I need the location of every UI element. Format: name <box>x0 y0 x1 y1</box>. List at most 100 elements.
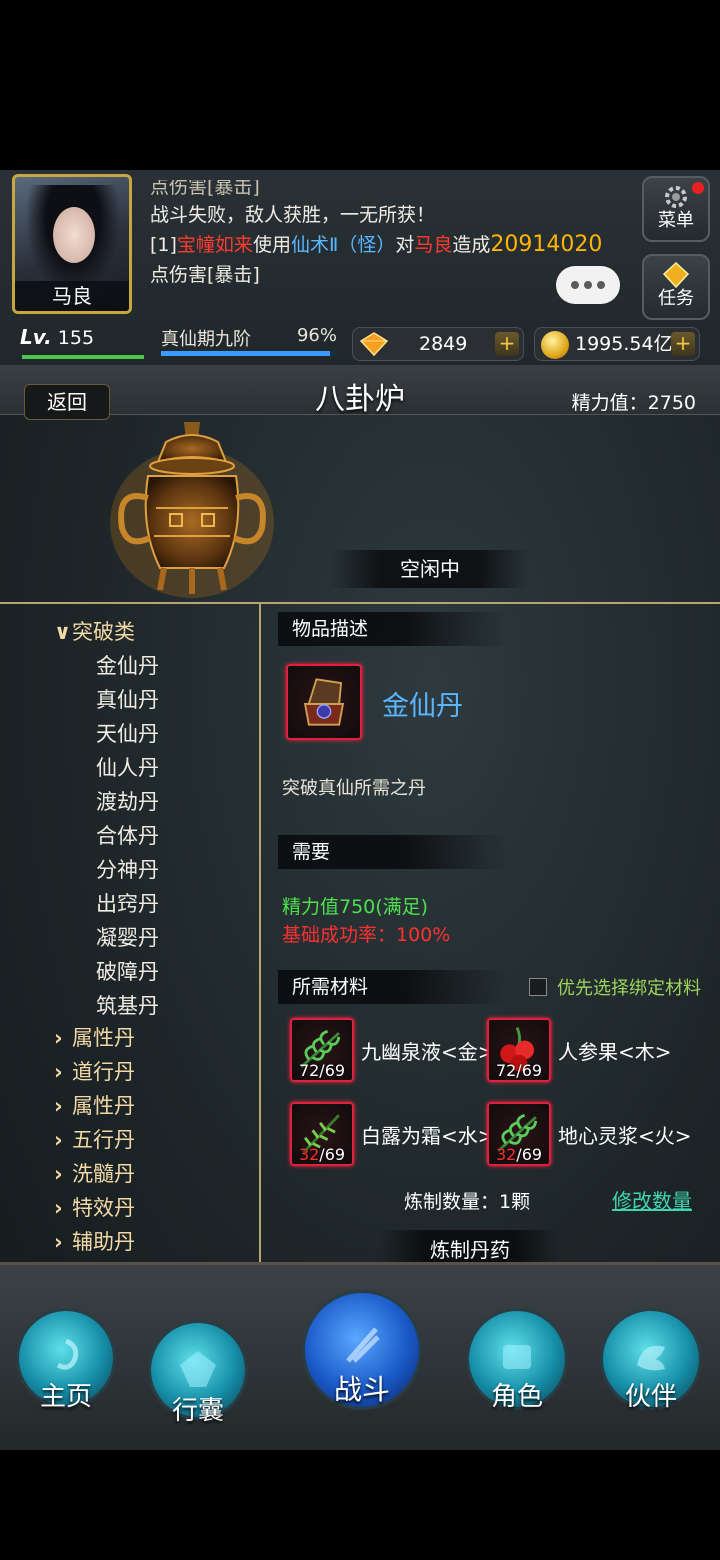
list-item[interactable]: 筑基丹 <box>96 990 159 1020</box>
category-collapsed[interactable]: › 特效丹 <box>54 1192 135 1222</box>
material-quantity: 32/69 <box>489 1145 549 1164</box>
log-skill: 仙术Ⅱ（怪） <box>290 234 396 256</box>
list-item[interactable]: 金仙丹 <box>96 650 159 680</box>
battle-log-line: 点伤害[暴击] <box>150 264 260 286</box>
add-gold-button[interactable]: + <box>671 332 695 356</box>
nav-home[interactable]: 主页 <box>8 1300 124 1416</box>
top-hud: 马良 点伤害[暴击] 战斗失败，敌人获胜，一无所获！ [1]宝幢如来使用仙术Ⅱ（… <box>0 170 720 370</box>
gem-counter: 2849 + <box>352 327 524 361</box>
beast-icon <box>637 1346 665 1371</box>
material-slot[interactable]: 72/69 <box>487 1018 551 1082</box>
material-need: /69 <box>516 1061 543 1080</box>
selected-item-name: 金仙丹 <box>382 691 463 722</box>
list-item[interactable]: 渡劫丹 <box>96 786 159 816</box>
material-have: 72 <box>298 1061 320 1080</box>
armor-chest-icon <box>503 1345 531 1370</box>
divider-vertical <box>259 604 261 1280</box>
category-collapsed[interactable]: › 洗髓丹 <box>54 1158 135 1188</box>
menu-button[interactable]: 菜单 <box>642 176 710 242</box>
list-item[interactable]: 仙人丹 <box>96 752 159 782</box>
log-use: 使用 <box>252 234 291 256</box>
nav-label: 角色 <box>490 1382 543 1412</box>
home-swirl-icon <box>56 1338 79 1370</box>
category-breakthrough[interactable]: ∨突破类 <box>54 616 135 646</box>
success-rate: 基础成功率：100% <box>282 924 451 946</box>
category-collapsed[interactable]: › 五行丹 <box>54 1124 135 1154</box>
pill-box-icon <box>303 678 345 726</box>
bind-material-checkbox[interactable] <box>529 978 547 996</box>
realm-display: 真仙期九阶 96% <box>155 325 343 359</box>
list-item[interactable]: 破障丹 <box>96 956 159 986</box>
category-collapsed[interactable]: › 道行丹 <box>54 1056 135 1086</box>
realm-progress-bar <box>161 351 337 356</box>
gold-counter: 1995.54亿 + <box>534 327 700 361</box>
category-collapsed[interactable]: › 属性丹 <box>54 1090 135 1120</box>
chevron-right-icon: › <box>54 1060 63 1084</box>
material-slot[interactable]: 32/69 <box>487 1102 551 1166</box>
task-gem-icon <box>662 262 690 288</box>
list-item[interactable]: 真仙丹 <box>96 684 159 714</box>
materials-header: 所需材料 <box>278 970 508 1004</box>
nav-label: 战斗 <box>333 1373 390 1406</box>
modify-quantity-link[interactable]: 修改数量 <box>612 1185 692 1214</box>
category-collapsed[interactable]: › 属性丹 <box>54 1022 135 1052</box>
log-target: 马良 <box>414 234 453 256</box>
game-screen: 马良 点伤害[暴击] 战斗失败，敌人获胜，一无所获！ [1]宝幢如来使用仙术Ⅱ（… <box>0 170 720 1450</box>
gold-value: 1995.54亿 <box>575 333 673 355</box>
material-need: /69 <box>516 1145 543 1164</box>
material-quantity: 72/69 <box>489 1061 549 1080</box>
selected-item-slot[interactable] <box>286 664 362 740</box>
nav-label: 行囊 <box>171 1396 224 1426</box>
chevron-right-icon: › <box>54 1230 63 1254</box>
battle-log-cut-line: 点伤害[暴击] <box>150 180 260 198</box>
item-description-header: 物品描述 <box>278 612 508 646</box>
gem-value: 2849 <box>419 333 468 355</box>
add-gems-button[interactable]: + <box>495 332 519 356</box>
category-collapsed[interactable]: › 辅助丹 <box>54 1226 135 1256</box>
divider-horizontal <box>0 602 720 604</box>
chevron-right-icon: › <box>54 1162 63 1186</box>
chevron-down-icon: ∨ <box>54 620 72 644</box>
player-name: 马良 <box>15 281 129 311</box>
menu-label: 菜单 <box>658 210 694 231</box>
nav-label: 主页 <box>39 1382 92 1412</box>
level-display: Lv. 155 <box>20 325 148 359</box>
material-slot[interactable]: 32/69 <box>290 1102 354 1166</box>
chat-bubble-icon[interactable] <box>556 266 620 304</box>
notification-dot <box>692 182 704 194</box>
material-name: 九幽泉液<金> <box>361 1040 495 1064</box>
task-button[interactable]: 任务 <box>642 254 710 320</box>
category-label: 洗髓丹 <box>72 1162 135 1186</box>
category-label: 五行丹 <box>72 1128 135 1152</box>
furnace-status: 空闲中 <box>330 550 530 588</box>
list-item[interactable]: 合体丹 <box>96 820 159 850</box>
list-item[interactable]: 分神丹 <box>96 854 159 884</box>
material-need: /69 <box>319 1061 346 1080</box>
material-need: /69 <box>319 1145 346 1164</box>
category-label: 辅助丹 <box>72 1230 135 1254</box>
material-slot[interactable]: 72/69 <box>290 1018 354 1082</box>
nav-bag[interactable]: 行囊 <box>140 1312 256 1428</box>
craft-count: 炼制数量：1颗 <box>404 1191 531 1213</box>
nav-label: 伙伴 <box>624 1382 677 1412</box>
gold-coin-icon <box>541 331 569 359</box>
category-label: 特效丹 <box>72 1196 135 1220</box>
avatar-face <box>53 207 95 263</box>
gear-icon <box>665 186 687 208</box>
chevron-right-icon: › <box>54 1196 63 1220</box>
exp-bar <box>22 355 144 359</box>
log-to: 对 <box>395 234 415 256</box>
player-avatar[interactable]: 马良 <box>12 174 132 314</box>
realm-name: 真仙期九阶 <box>161 329 251 350</box>
realm-progress: 96% <box>296 325 337 346</box>
list-item[interactable]: 凝婴丹 <box>96 922 159 952</box>
nav-role[interactable]: 角色 <box>458 1300 576 1418</box>
requirements-header: 需要 <box>278 835 508 869</box>
list-item[interactable]: 天仙丹 <box>96 718 159 748</box>
task-label: 任务 <box>658 288 694 309</box>
chevron-right-icon: › <box>54 1026 63 1050</box>
nav-battle[interactable]: 战斗 <box>294 1282 430 1418</box>
list-item[interactable]: 出窍丹 <box>96 888 159 918</box>
nav-partner[interactable]: 伙伴 <box>592 1300 710 1418</box>
bag-gem-icon <box>180 1350 216 1387</box>
